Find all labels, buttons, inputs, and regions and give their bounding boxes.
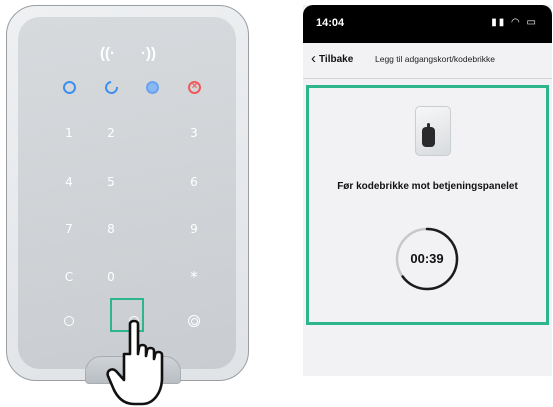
instruction-text: Før kodebrikke mot betjeningspanelet: [337, 181, 518, 192]
chevron-left-icon: ‹: [311, 50, 316, 67]
disarmed-icon[interactable]: [102, 78, 121, 97]
key-3[interactable]: 3: [184, 126, 204, 140]
battery-icon: ▭: [526, 17, 538, 28]
status-time: 14:04: [316, 17, 345, 29]
key-6[interactable]: 6: [184, 175, 204, 189]
nfc-left-icon: ((·: [100, 45, 115, 62]
key-9[interactable]: 9: [184, 222, 204, 236]
add-key-panel: Før kodebrikke mot betjeningspanelet 00:…: [306, 85, 549, 325]
phone-screen: 14:04 ▮▮ ◠ ▭ ‹ Tilbake Legg til adgangsk…: [303, 5, 552, 376]
signal-icon: ▮▮: [491, 17, 507, 28]
status-icons: ▮▮ ◠ ▭: [491, 17, 538, 28]
pointing-hand-icon: [106, 319, 164, 406]
night-mode-icon[interactable]: [146, 81, 159, 94]
back-label: Tilbake: [319, 53, 354, 65]
function-button[interactable]: [64, 316, 74, 326]
keypad-with-tag-icon: [415, 106, 451, 156]
status-bar: 14:04 ▮▮ ◠ ▭: [303, 5, 552, 43]
nav-bar: ‹ Tilbake Legg til adgangskort/kodebrikk…: [303, 43, 552, 79]
key-0[interactable]: 0: [101, 270, 121, 284]
key-2[interactable]: 2: [101, 126, 121, 140]
alarm-icon[interactable]: ×: [188, 81, 201, 94]
enter-button[interactable]: [188, 315, 200, 327]
key-5[interactable]: 5: [101, 175, 121, 189]
armed-icon[interactable]: [63, 81, 76, 94]
key-4[interactable]: 4: [59, 175, 79, 189]
key-star[interactable]: *: [184, 268, 204, 286]
wifi-icon: ◠: [511, 17, 522, 28]
key-1[interactable]: 1: [59, 126, 79, 140]
page-title: Legg til adgangskort/kodebrikke: [375, 54, 496, 64]
countdown-timer: 00:39: [393, 225, 461, 293]
key-c[interactable]: C: [59, 270, 79, 284]
tag-icon: [422, 123, 435, 147]
back-button[interactable]: ‹ Tilbake: [311, 50, 354, 67]
nfc-right-icon: ·)): [141, 45, 156, 62]
key-7[interactable]: 7: [59, 222, 79, 236]
timer-text: 00:39: [410, 251, 444, 266]
key-8[interactable]: 8: [101, 222, 121, 236]
